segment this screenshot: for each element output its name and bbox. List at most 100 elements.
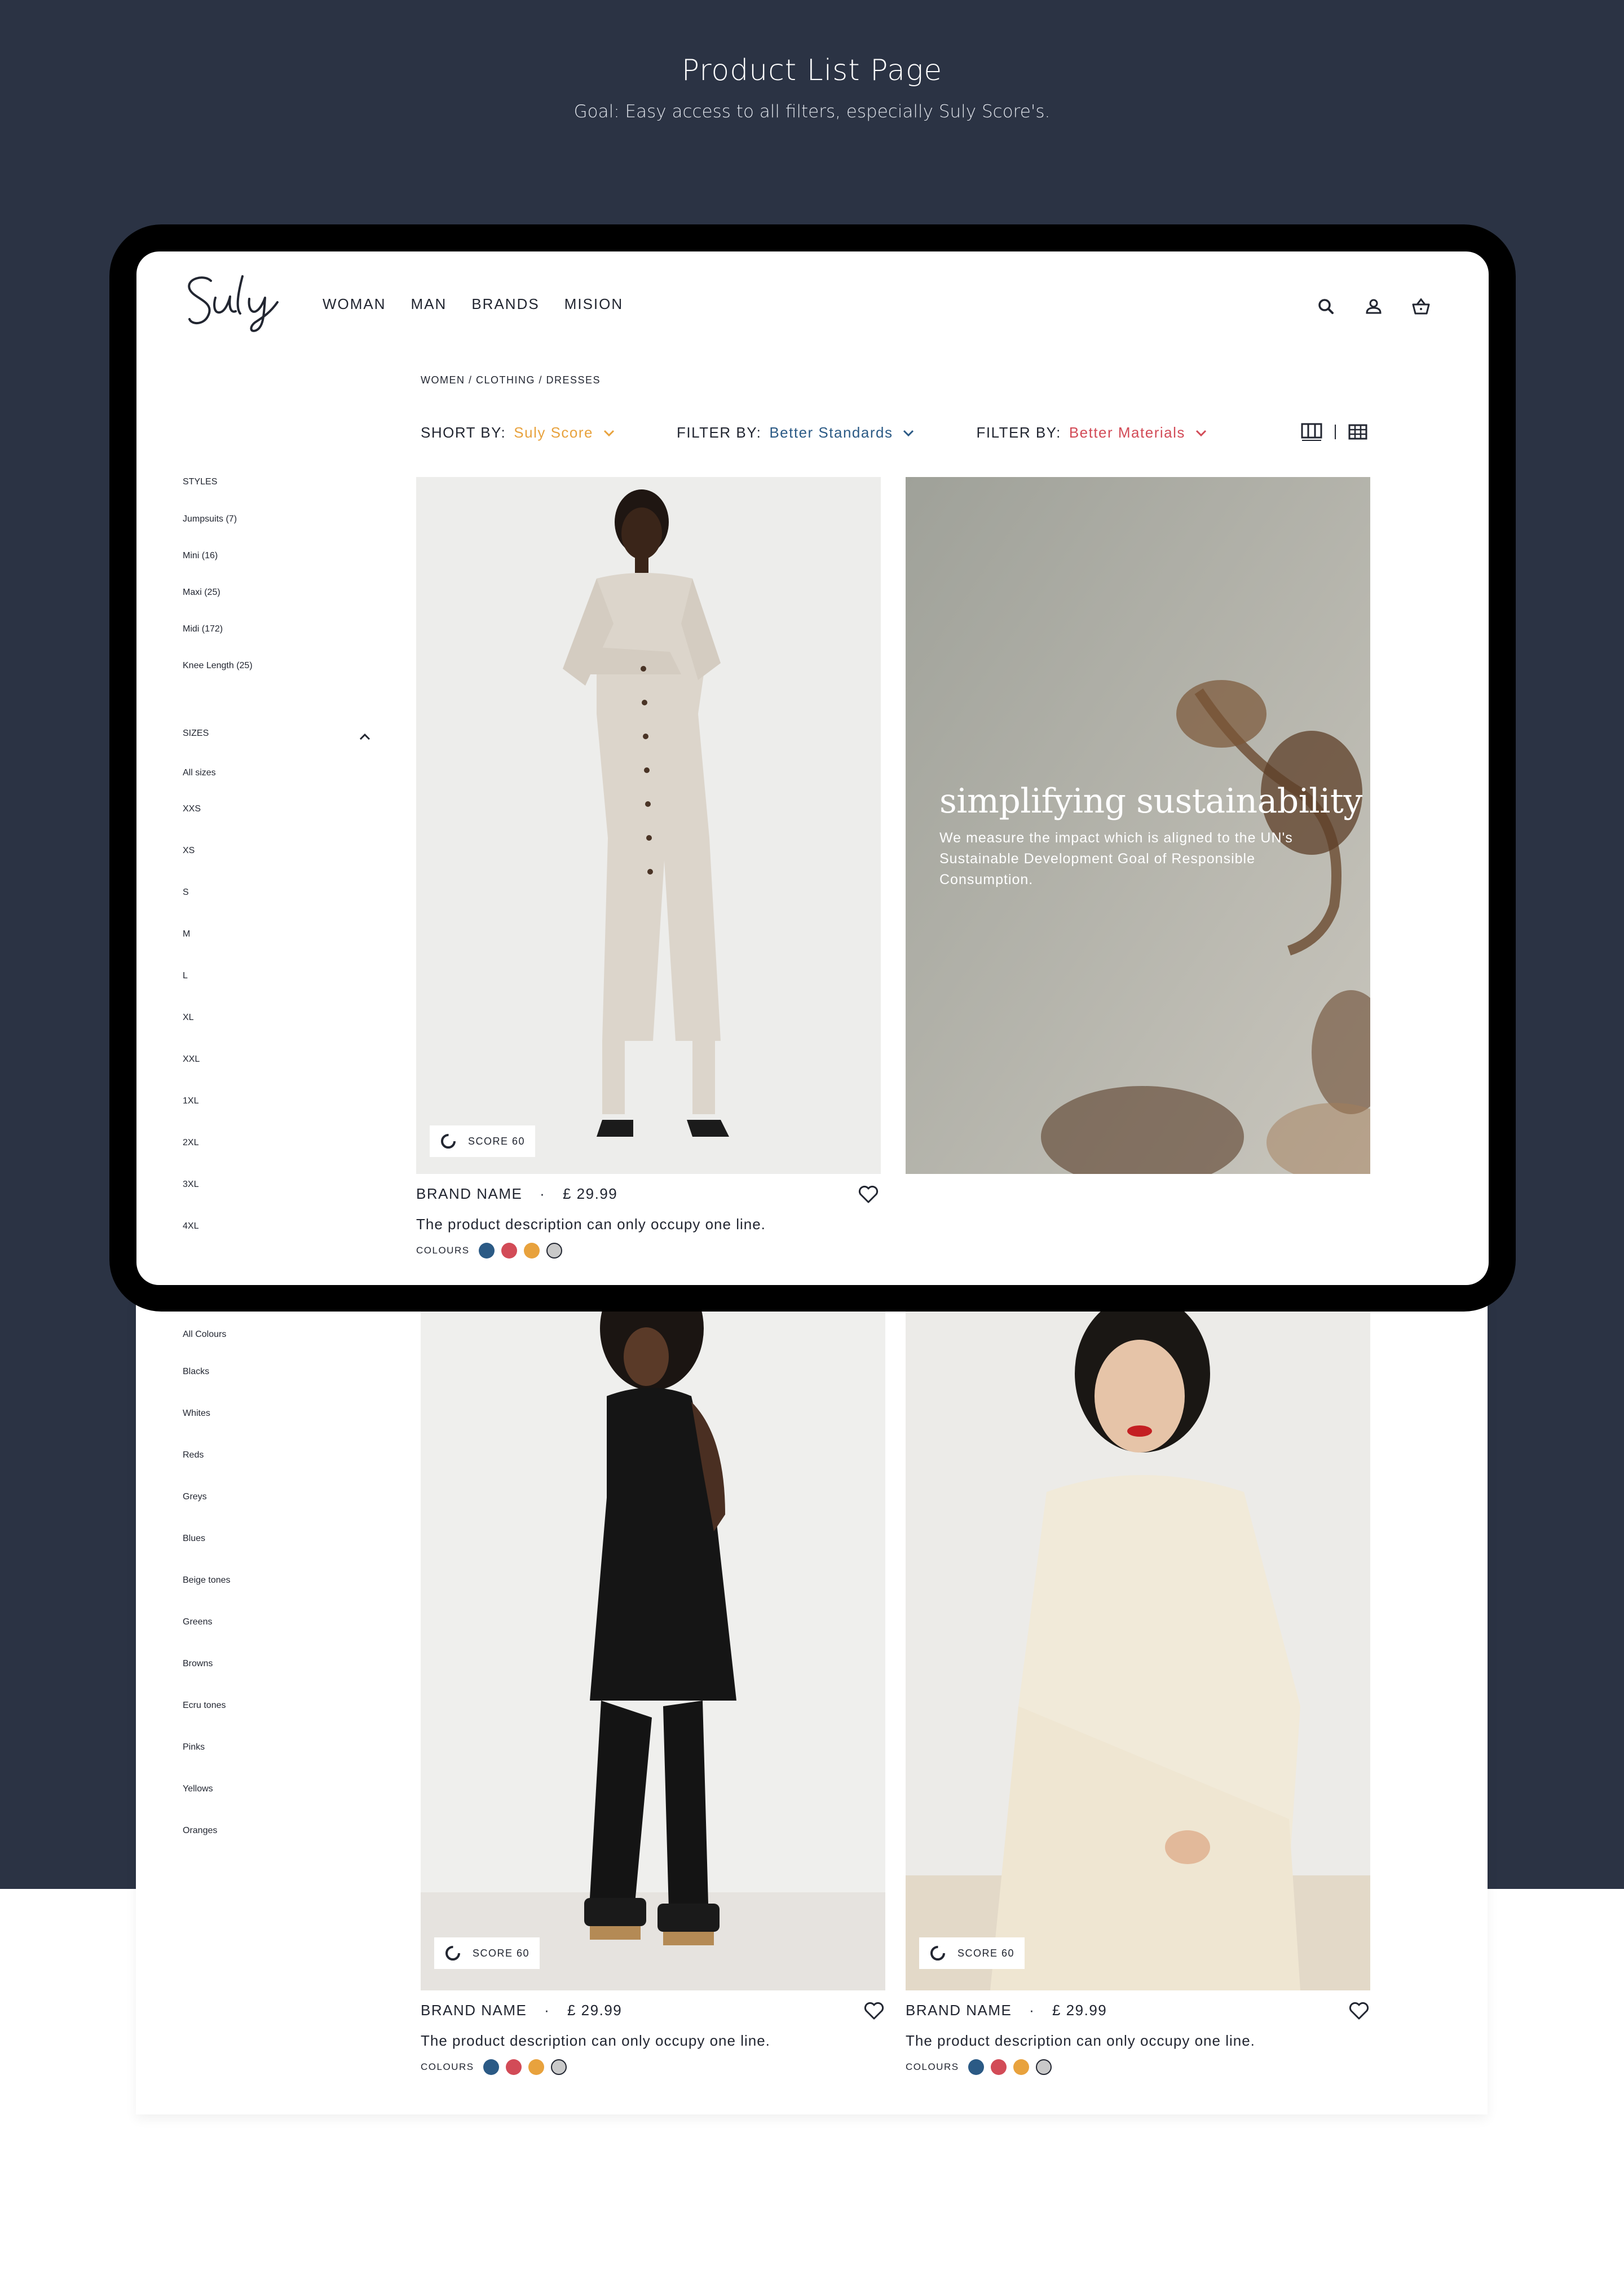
swatch-red[interactable]: [505, 2059, 522, 2075]
wishlist-heart-icon[interactable]: [1348, 2001, 1370, 2021]
product-photo-ecru-outfit: [906, 1312, 1370, 1990]
product-brand-price[interactable]: BRAND NAME · £ 29.99: [416, 1185, 617, 1203]
nav-brands[interactable]: BRANDS: [471, 295, 539, 313]
separator: ·: [544, 2002, 550, 2019]
size-item[interactable]: XXS: [183, 804, 201, 814]
suly-score-badge[interactable]: SCORE 60: [434, 1937, 540, 1969]
search-icon[interactable]: [1314, 294, 1339, 319]
product-image[interactable]: SCORE 60: [906, 1312, 1370, 1990]
swatch-blue[interactable]: [968, 2059, 984, 2075]
brand-name: BRAND NAME: [421, 2002, 527, 2019]
filter-value: Better Materials: [1069, 424, 1185, 441]
swatch-red[interactable]: [990, 2059, 1007, 2075]
colours-label: COLOURS: [421, 2061, 474, 2072]
colour-item[interactable]: Beige tones: [183, 1575, 231, 1586]
chevron-up-icon[interactable]: [359, 733, 371, 741]
sort-value: Suly Score: [514, 424, 593, 441]
product-description: The product description can only occupy …: [906, 2032, 1255, 2049]
brand-name: BRAND NAME: [416, 1185, 523, 1202]
swatch-blue[interactable]: [478, 1243, 495, 1259]
suly-logo[interactable]: [182, 268, 294, 336]
swatch-grey[interactable]: [1035, 2059, 1052, 2075]
filter-standards-dropdown[interactable]: FILTER BY: Better Standards: [677, 424, 914, 441]
score-ring-icon: [441, 1134, 456, 1149]
colour-item[interactable]: Whites: [183, 1409, 210, 1419]
size-item[interactable]: All sizes: [183, 768, 216, 778]
product-brand-price[interactable]: BRAND NAME · £ 29.99: [421, 2002, 622, 2019]
two-column-grid-icon[interactable]: [1300, 422, 1323, 445]
styles-heading: STYLES: [183, 477, 218, 487]
colour-swatches: COLOURS: [906, 2059, 1052, 2075]
sort-filter-bar: SHORT BY: Suly Score FILTER BY: Better S…: [421, 424, 1269, 441]
brand-name: BRAND NAME: [906, 2002, 1012, 2019]
product-image[interactable]: SCORE 60: [421, 1312, 885, 1990]
suly-score-badge[interactable]: SCORE 60: [919, 1937, 1025, 1969]
colour-item[interactable]: Oranges: [183, 1826, 217, 1836]
basket-icon[interactable]: [1409, 294, 1433, 319]
colour-item[interactable]: Reds: [183, 1450, 204, 1460]
price: £ 29.99: [567, 2002, 623, 2019]
colour-item[interactable]: Ecru tones: [183, 1701, 226, 1711]
size-item[interactable]: M: [183, 929, 190, 939]
colour-item[interactable]: Pinks: [183, 1742, 205, 1752]
product-image[interactable]: SCORE 60: [416, 477, 881, 1174]
colour-item[interactable]: Greys: [183, 1492, 207, 1502]
size-item[interactable]: S: [183, 888, 189, 898]
suly-score-badge[interactable]: SCORE 60: [430, 1125, 536, 1157]
score-text: SCORE 60: [468, 1135, 526, 1147]
colour-item[interactable]: Blacks: [183, 1367, 209, 1377]
colour-item[interactable]: Yellows: [183, 1784, 213, 1794]
nav-woman[interactable]: WOMAN: [323, 295, 386, 313]
nav-man[interactable]: MAN: [411, 295, 447, 313]
swatch-yellow[interactable]: [1013, 2059, 1029, 2075]
size-item[interactable]: XXL: [183, 1054, 200, 1065]
wishlist-heart-icon[interactable]: [863, 2001, 885, 2021]
size-item[interactable]: 3XL: [183, 1180, 198, 1190]
size-item[interactable]: 2XL: [183, 1138, 198, 1148]
size-item[interactable]: 1XL: [183, 1096, 198, 1106]
banner-heading: simplifying sustainability: [939, 782, 1362, 821]
sort-by-dropdown[interactable]: SHORT BY: Suly Score: [421, 424, 615, 441]
main-nav: WOMAN MAN BRANDS MISION: [323, 295, 623, 313]
size-item[interactable]: XS: [183, 846, 195, 856]
colour-item[interactable]: Greens: [183, 1617, 212, 1627]
swatch-red[interactable]: [501, 1243, 517, 1259]
colour-swatches: COLOURS: [421, 2059, 567, 2075]
swatch-yellow[interactable]: [523, 1243, 540, 1259]
multi-column-grid-icon[interactable]: [1348, 423, 1368, 444]
colour-item[interactable]: Blues: [183, 1534, 205, 1544]
nav-mision[interactable]: MISION: [564, 295, 623, 313]
style-item[interactable]: Knee Length (25): [183, 661, 253, 671]
colour-item[interactable]: All Colours: [183, 1330, 226, 1340]
swatch-yellow[interactable]: [528, 2059, 544, 2075]
wishlist-heart-icon[interactable]: [857, 1184, 880, 1204]
style-item[interactable]: Midi (172): [183, 624, 223, 634]
product-description: The product description can only occupy …: [416, 1216, 766, 1233]
style-item[interactable]: Mini (16): [183, 551, 218, 561]
sustainability-banner[interactable]: simplifying sustainability We measure th…: [906, 477, 1370, 1174]
colours-label: COLOURS: [906, 2061, 959, 2072]
swatch-grey[interactable]: [546, 1243, 562, 1259]
user-icon[interactable]: [1361, 294, 1386, 319]
product-brand-price[interactable]: BRAND NAME · £ 29.99: [906, 2002, 1107, 2019]
view-divider: [1334, 423, 1336, 443]
colour-item[interactable]: Browns: [183, 1659, 213, 1669]
product-photo-black-dress: [421, 1312, 885, 1990]
swatch-grey[interactable]: [550, 2059, 567, 2075]
product-description: The product description can only occupy …: [421, 2032, 770, 2049]
colour-swatches: COLOURS: [416, 1243, 562, 1259]
presentation-title: Product List Page: [681, 54, 943, 87]
style-item[interactable]: Jumpsuits (7): [183, 514, 237, 524]
style-item[interactable]: Maxi (25): [183, 588, 220, 598]
banner-photo-dried-flower: [906, 477, 1370, 1174]
filter-materials-dropdown[interactable]: FILTER BY: Better Materials: [976, 424, 1206, 441]
score-text: SCORE 60: [957, 1947, 1015, 1959]
breadcrumb[interactable]: WOMEN / CLOTHING / DRESSES: [421, 374, 601, 386]
size-item[interactable]: XL: [183, 1013, 194, 1023]
swatch-blue[interactable]: [483, 2059, 499, 2075]
filter-label: FILTER BY:: [976, 424, 1061, 441]
size-item[interactable]: L: [183, 971, 188, 981]
size-item[interactable]: 4XL: [183, 1221, 198, 1231]
view-toggle: [1300, 422, 1368, 445]
sizes-heading[interactable]: SIZES: [183, 729, 209, 739]
